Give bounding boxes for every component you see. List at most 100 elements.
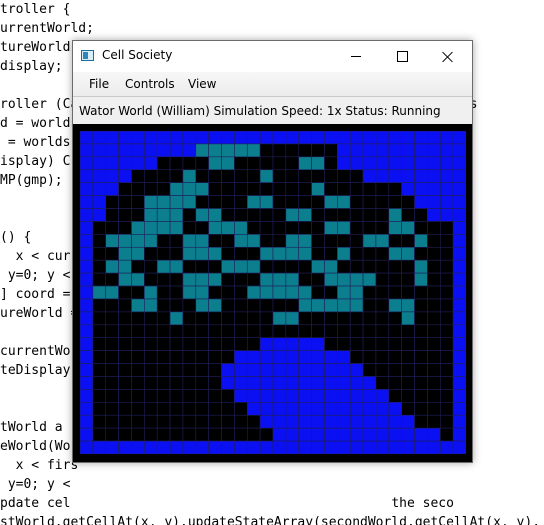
cell-water — [401, 143, 415, 158]
cell-shark — [156, 272, 171, 287]
cell-fish — [208, 246, 222, 261]
cell-shark — [272, 259, 287, 274]
maximize-button[interactable] — [379, 41, 425, 72]
cell-shark — [388, 259, 402, 274]
cell-shark — [414, 350, 428, 364]
cell-shark — [375, 195, 390, 209]
cell-water — [169, 131, 184, 145]
cell-fish — [298, 156, 312, 171]
cell-shark — [182, 208, 197, 222]
cell-water — [414, 427, 428, 442]
cell-shark — [118, 324, 132, 339]
cell-water — [452, 298, 466, 313]
cell-shark — [298, 324, 312, 339]
cell-water — [427, 195, 441, 209]
cell-shark — [311, 246, 325, 261]
cell-shark — [234, 311, 248, 326]
cell-water — [349, 414, 364, 429]
cell-water — [452, 156, 466, 171]
cell-fish — [221, 221, 235, 235]
cell-shark — [221, 182, 235, 196]
close-icon — [442, 51, 454, 63]
cell-water — [246, 350, 261, 364]
cell-shark — [427, 272, 441, 287]
cell-shark — [156, 363, 171, 377]
cell-water — [311, 131, 325, 145]
menu-file[interactable]: File — [89, 77, 109, 91]
cell-shark — [234, 414, 248, 429]
cell-water — [80, 195, 94, 209]
cell-fish — [234, 143, 248, 158]
cell-shark — [311, 234, 325, 248]
cell-fish — [156, 221, 171, 235]
cell-fish — [298, 285, 312, 300]
cell-water — [349, 427, 364, 442]
cell-fish — [118, 259, 132, 274]
cell-shark — [92, 376, 107, 390]
cell-water — [144, 131, 158, 145]
cell-water — [427, 169, 441, 183]
cell-shark — [169, 272, 184, 287]
cell-water — [401, 156, 415, 171]
cell-water — [234, 363, 248, 377]
cell-fish — [144, 285, 158, 300]
cell-shark — [105, 363, 119, 377]
cell-water — [452, 324, 466, 339]
cell-shark — [285, 156, 300, 171]
menu-view[interactable]: View — [188, 77, 216, 91]
cell-water — [427, 156, 441, 171]
cell-fish — [169, 208, 184, 222]
cell-shark — [272, 221, 287, 235]
cell-shark — [298, 169, 312, 183]
code-line: () { — [0, 230, 32, 245]
cell-shark — [208, 402, 222, 416]
cell-shark — [169, 350, 184, 364]
cell-shark — [401, 234, 415, 248]
cell-shark — [439, 414, 454, 429]
cell-shark — [388, 285, 402, 300]
cell-fish — [285, 272, 300, 287]
cell-shark — [362, 259, 377, 274]
cell-shark — [349, 311, 364, 326]
cell-water — [337, 389, 351, 403]
cell-shark — [324, 311, 338, 326]
cell-shark — [221, 389, 235, 403]
cell-water — [156, 440, 171, 454]
cell-fish — [401, 298, 415, 313]
cell-fish — [259, 272, 274, 287]
cell-shark — [144, 337, 158, 351]
close-button[interactable] — [425, 41, 471, 72]
cell-shark — [246, 246, 261, 261]
cell-shark — [92, 402, 107, 416]
code-line: tureWorld — [0, 40, 71, 55]
cell-shark — [285, 221, 300, 235]
cell-water — [298, 363, 312, 377]
cell-fish — [182, 234, 197, 248]
code-line: ] coord = — [0, 287, 71, 302]
cell-shark — [388, 363, 402, 377]
menu-controls[interactable]: Controls — [125, 77, 175, 91]
cell-shark — [349, 324, 364, 339]
cell-shark — [169, 402, 184, 416]
cell-water — [80, 350, 94, 364]
cell-shark — [169, 324, 184, 339]
cell-water — [427, 143, 441, 158]
cell-shark — [349, 337, 364, 351]
minimize-button[interactable] — [333, 41, 379, 72]
cell-water — [375, 414, 390, 429]
cell-water — [246, 389, 261, 403]
cell-fish — [208, 143, 222, 158]
cell-water — [311, 376, 325, 390]
cell-shark — [105, 427, 119, 442]
cell-shark — [208, 337, 222, 351]
cell-water — [452, 427, 466, 442]
cell-water — [285, 376, 300, 390]
cell-shark — [285, 143, 300, 158]
window-titlebar[interactable]: Cell Society — [73, 41, 472, 72]
cell-shark — [221, 402, 235, 416]
cell-shark — [324, 285, 338, 300]
cell-shark — [118, 427, 132, 442]
cell-shark — [427, 389, 441, 403]
cell-shark — [156, 376, 171, 390]
cell-shark — [208, 376, 222, 390]
